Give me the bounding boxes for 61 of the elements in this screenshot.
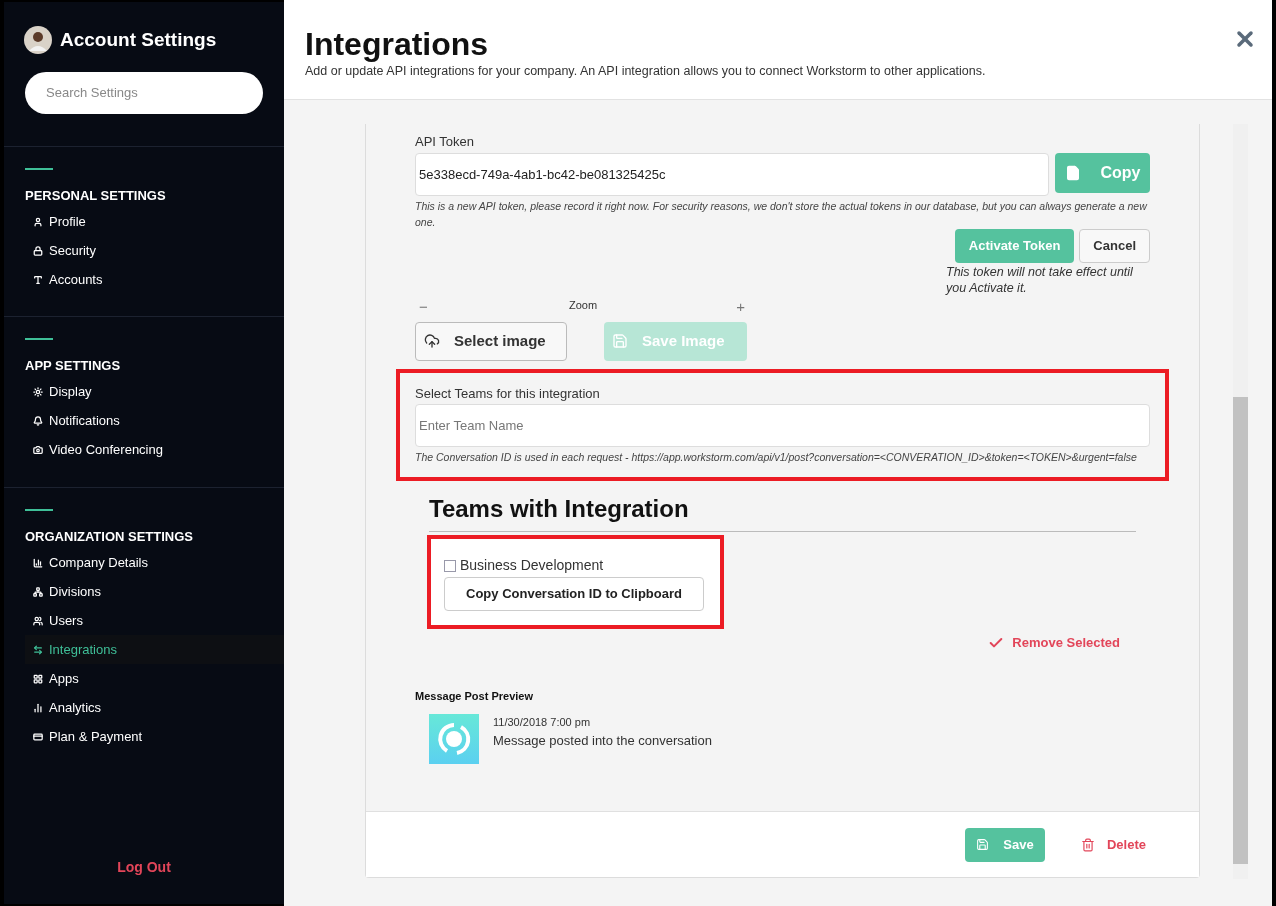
sidebar-title: Account Settings: [60, 28, 217, 52]
text-icon: [33, 274, 43, 285]
grid-icon: [33, 673, 43, 684]
sidebar-item[interactable]: Display: [25, 377, 284, 407]
logout-link[interactable]: Log Out: [117, 857, 171, 878]
bar-chart-icon: [33, 702, 43, 713]
search-field[interactable]: Search Settings: [25, 71, 263, 114]
token-field[interactable]: 5e338ecd-749a-4ab1-bc42-be081325425c: [415, 152, 1049, 196]
sidebar-item[interactable]: Security: [25, 236, 284, 265]
users-icon: [33, 615, 43, 626]
sidebar-item[interactable]: Notifications: [25, 406, 284, 436]
section-title: PERSONAL SETTINGS: [25, 186, 167, 205]
section-title: APP SETTINGS: [25, 357, 122, 375]
token-note: This is a new API token, please record it right now. For security reasons, we don't store the actual tokens in our database, but you can always generate a new one.: [415, 198, 1149, 230]
sidebar-item[interactable]: Company Details: [25, 548, 284, 577]
field-label: Select Teams for this integration: [415, 384, 601, 403]
hierarchy-icon: [33, 586, 43, 597]
sidebar-item[interactable]: Video Conferencing: [25, 435, 284, 465]
camera-icon: [33, 445, 43, 455]
card-icon: [33, 731, 43, 742]
zoom-in-icon[interactable]: +: [734, 296, 747, 319]
sidebar-item[interactable]: Profile: [25, 207, 284, 236]
select-image-button[interactable]: Select image: [415, 321, 567, 361]
bell-icon: [33, 416, 43, 426]
lock-icon: [33, 245, 43, 256]
cancel-button[interactable]: Cancel: [1079, 228, 1150, 263]
team-name-field[interactable]: Enter Team Name: [415, 404, 1150, 447]
section-title: ORGANIZATION SETTINGS: [25, 527, 195, 546]
sidebar-item[interactable]: Accounts: [25, 265, 284, 294]
zoom-label: Zoom: [568, 298, 598, 313]
zoom-out-icon[interactable]: −: [415, 296, 432, 319]
sidebar-item[interactable]: Analytics: [25, 693, 284, 722]
trash-icon: [1080, 837, 1095, 852]
copy-id-button[interactable]: Copy Conversation ID to Clipboard: [444, 577, 704, 611]
message-text: Message posted into the conversation: [493, 731, 712, 750]
arrows-icon: [33, 644, 43, 655]
delete-button[interactable]: Delete: [1080, 834, 1146, 855]
sidebar-item[interactable]: Integrations: [25, 635, 284, 664]
scrollbar[interactable]: [1233, 124, 1248, 879]
activate-note: This token will not take effect until you Activate it.: [946, 263, 1134, 296]
page-title: Integrations: [305, 26, 490, 62]
sidebar-item[interactable]: Users: [25, 606, 284, 635]
page-subtitle: Add or update API integrations for your company. An API integration allows you to connect Workstorm to other applications.: [305, 63, 986, 80]
conversation-note: The Conversation ID is used in each request - https://app.workstorm.com/api/v1/post?conversation=<CONVERATION_ID>&token=<TOKEN>&urgent=false: [415, 450, 1138, 465]
cloud-upload-icon: [424, 333, 440, 349]
sidebar-item[interactable]: Apps: [25, 664, 284, 693]
person-icon: [33, 216, 43, 227]
bar-chart-icon: [33, 557, 43, 568]
preview-title: Message Post Preview: [415, 688, 534, 704]
sun-icon: [33, 387, 43, 397]
field-label: API Token: [415, 133, 476, 151]
checkbox[interactable]: [444, 559, 456, 572]
section-heading: Teams with Integration: [429, 494, 690, 524]
sidebar-item[interactable]: Divisions: [25, 577, 284, 606]
avatar-icon: [24, 26, 52, 55]
document-icon: [1064, 164, 1081, 181]
sidebar-item[interactable]: Plan & Payment: [25, 722, 284, 751]
remove-selected-button[interactable]: Remove Selected: [988, 633, 1120, 653]
message-time: 11/30/2018 7:00 pm: [493, 715, 592, 730]
app-logo-icon: [429, 714, 479, 764]
team-name: Business Development: [460, 556, 604, 575]
